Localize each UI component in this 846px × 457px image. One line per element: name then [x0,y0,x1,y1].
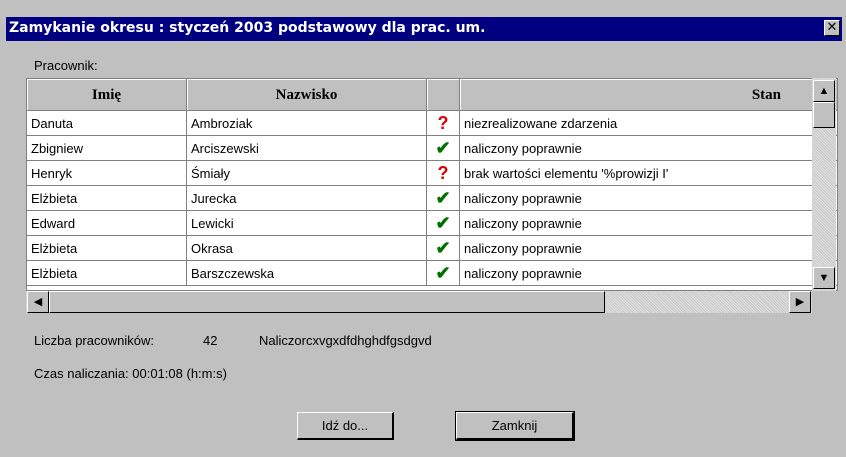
check-icon: ✔ [427,236,460,261]
close-button[interactable]: Zamknij [455,411,575,441]
employee-count-value: 42 [203,333,218,348]
table-row[interactable]: Elżbieta Okrasa ✔ naliczony poprawnie [27,236,837,261]
cell-stan[interactable]: naliczony poprawnie [460,236,837,261]
table-row[interactable]: Elżbieta Barszczewska ✔ naliczony poprawnie [27,261,837,286]
cell-imie[interactable]: Edward [27,211,187,236]
cell-nazwisko[interactable]: Jurecka [187,186,427,211]
cell-imie[interactable]: Danuta [27,111,187,136]
check-icon: ✔ [427,261,460,286]
question-icon: ? [427,161,460,186]
cell-stan[interactable]: naliczony poprawnie [460,186,837,211]
progress-text: Naliczorcxvgxdfdhghdfgsdgvd [259,333,432,348]
window-title: Zamykanie okresu : styczeń 2003 podstawo… [9,20,486,36]
cell-stan[interactable]: brak wartości elementu '%prowizji I' [460,161,837,186]
dialog-window: Zamykanie okresu : styczeń 2003 podstawo… [0,0,846,457]
cell-nazwisko[interactable]: Barszczewska [187,261,427,286]
calculation-time: Czas naliczania: 00:01:08 (h:m:s) [34,366,227,381]
scroll-down-icon[interactable]: ▼ [813,267,835,289]
cell-imie[interactable]: Henryk [27,161,187,186]
cell-stan[interactable]: naliczony poprawnie [460,211,837,236]
table-row[interactable]: Elżbieta Jurecka ✔ naliczony poprawnie [27,186,837,211]
horizontal-scroll-thumb[interactable] [49,291,605,313]
cell-stan[interactable]: naliczony poprawnie [460,261,837,286]
table-row[interactable]: Zbigniew Arciszewski ✔ naliczony poprawnie [27,136,837,161]
goto-button[interactable]: Idź do... [297,412,394,440]
cell-nazwisko[interactable]: Śmiały [187,161,427,186]
cell-nazwisko[interactable]: Arciszewski [187,136,427,161]
column-header-stan[interactable]: Stan [460,79,837,111]
table-row[interactable]: Henryk Śmiały? brak wartości elementu '%pr… [27,161,837,186]
scroll-up-icon[interactable]: ▲ [813,80,835,102]
employee-grid[interactable]: Imię Nazwisko Stan Danuta Ambroziak? niezr… [26,78,838,291]
cell-stan[interactable]: naliczony poprawnie [460,136,837,161]
close-icon[interactable]: ✕ [824,20,840,36]
cell-imie[interactable]: Elżbieta [27,261,187,286]
cell-nazwisko[interactable]: Ambroziak [187,111,427,136]
column-header-nazwisko[interactable]: Nazwisko [187,79,427,111]
table-row[interactable]: Edward Lewicki ✔ naliczony poprawnie [27,211,837,236]
table-row[interactable]: Danuta Ambroziak? niezrealizowane zdarzeni… [27,111,837,136]
employee-grid-label: Pracownik: [34,58,98,73]
check-icon: ✔ [427,186,460,211]
cell-imie[interactable]: Zbigniew [27,136,187,161]
cell-imie[interactable]: Elżbieta [27,186,187,211]
column-header-status-icon[interactable] [427,79,460,111]
column-header-imie[interactable]: Imię [27,79,187,111]
employee-count-label: Liczba pracowników: [34,333,154,348]
vertical-scrollbar[interactable]: ▲ ▼ [812,78,836,291]
check-icon: ✔ [427,136,460,161]
question-icon: ? [427,111,460,136]
horizontal-scrollbar[interactable]: ◀ ▶ [26,291,812,313]
cell-nazwisko[interactable]: Lewicki [187,211,427,236]
scroll-left-icon[interactable]: ◀ [27,291,49,313]
vertical-scroll-thumb[interactable] [813,102,835,128]
scroll-right-icon[interactable]: ▶ [789,291,811,313]
cell-stan[interactable]: niezrealizowane zdarzenia [460,111,837,136]
cell-nazwisko[interactable]: Okrasa [187,236,427,261]
check-icon: ✔ [427,211,460,236]
cell-imie[interactable]: Elżbieta [27,236,187,261]
title-bar: Zamykanie okresu : styczeń 2003 podstawo… [6,17,842,41]
